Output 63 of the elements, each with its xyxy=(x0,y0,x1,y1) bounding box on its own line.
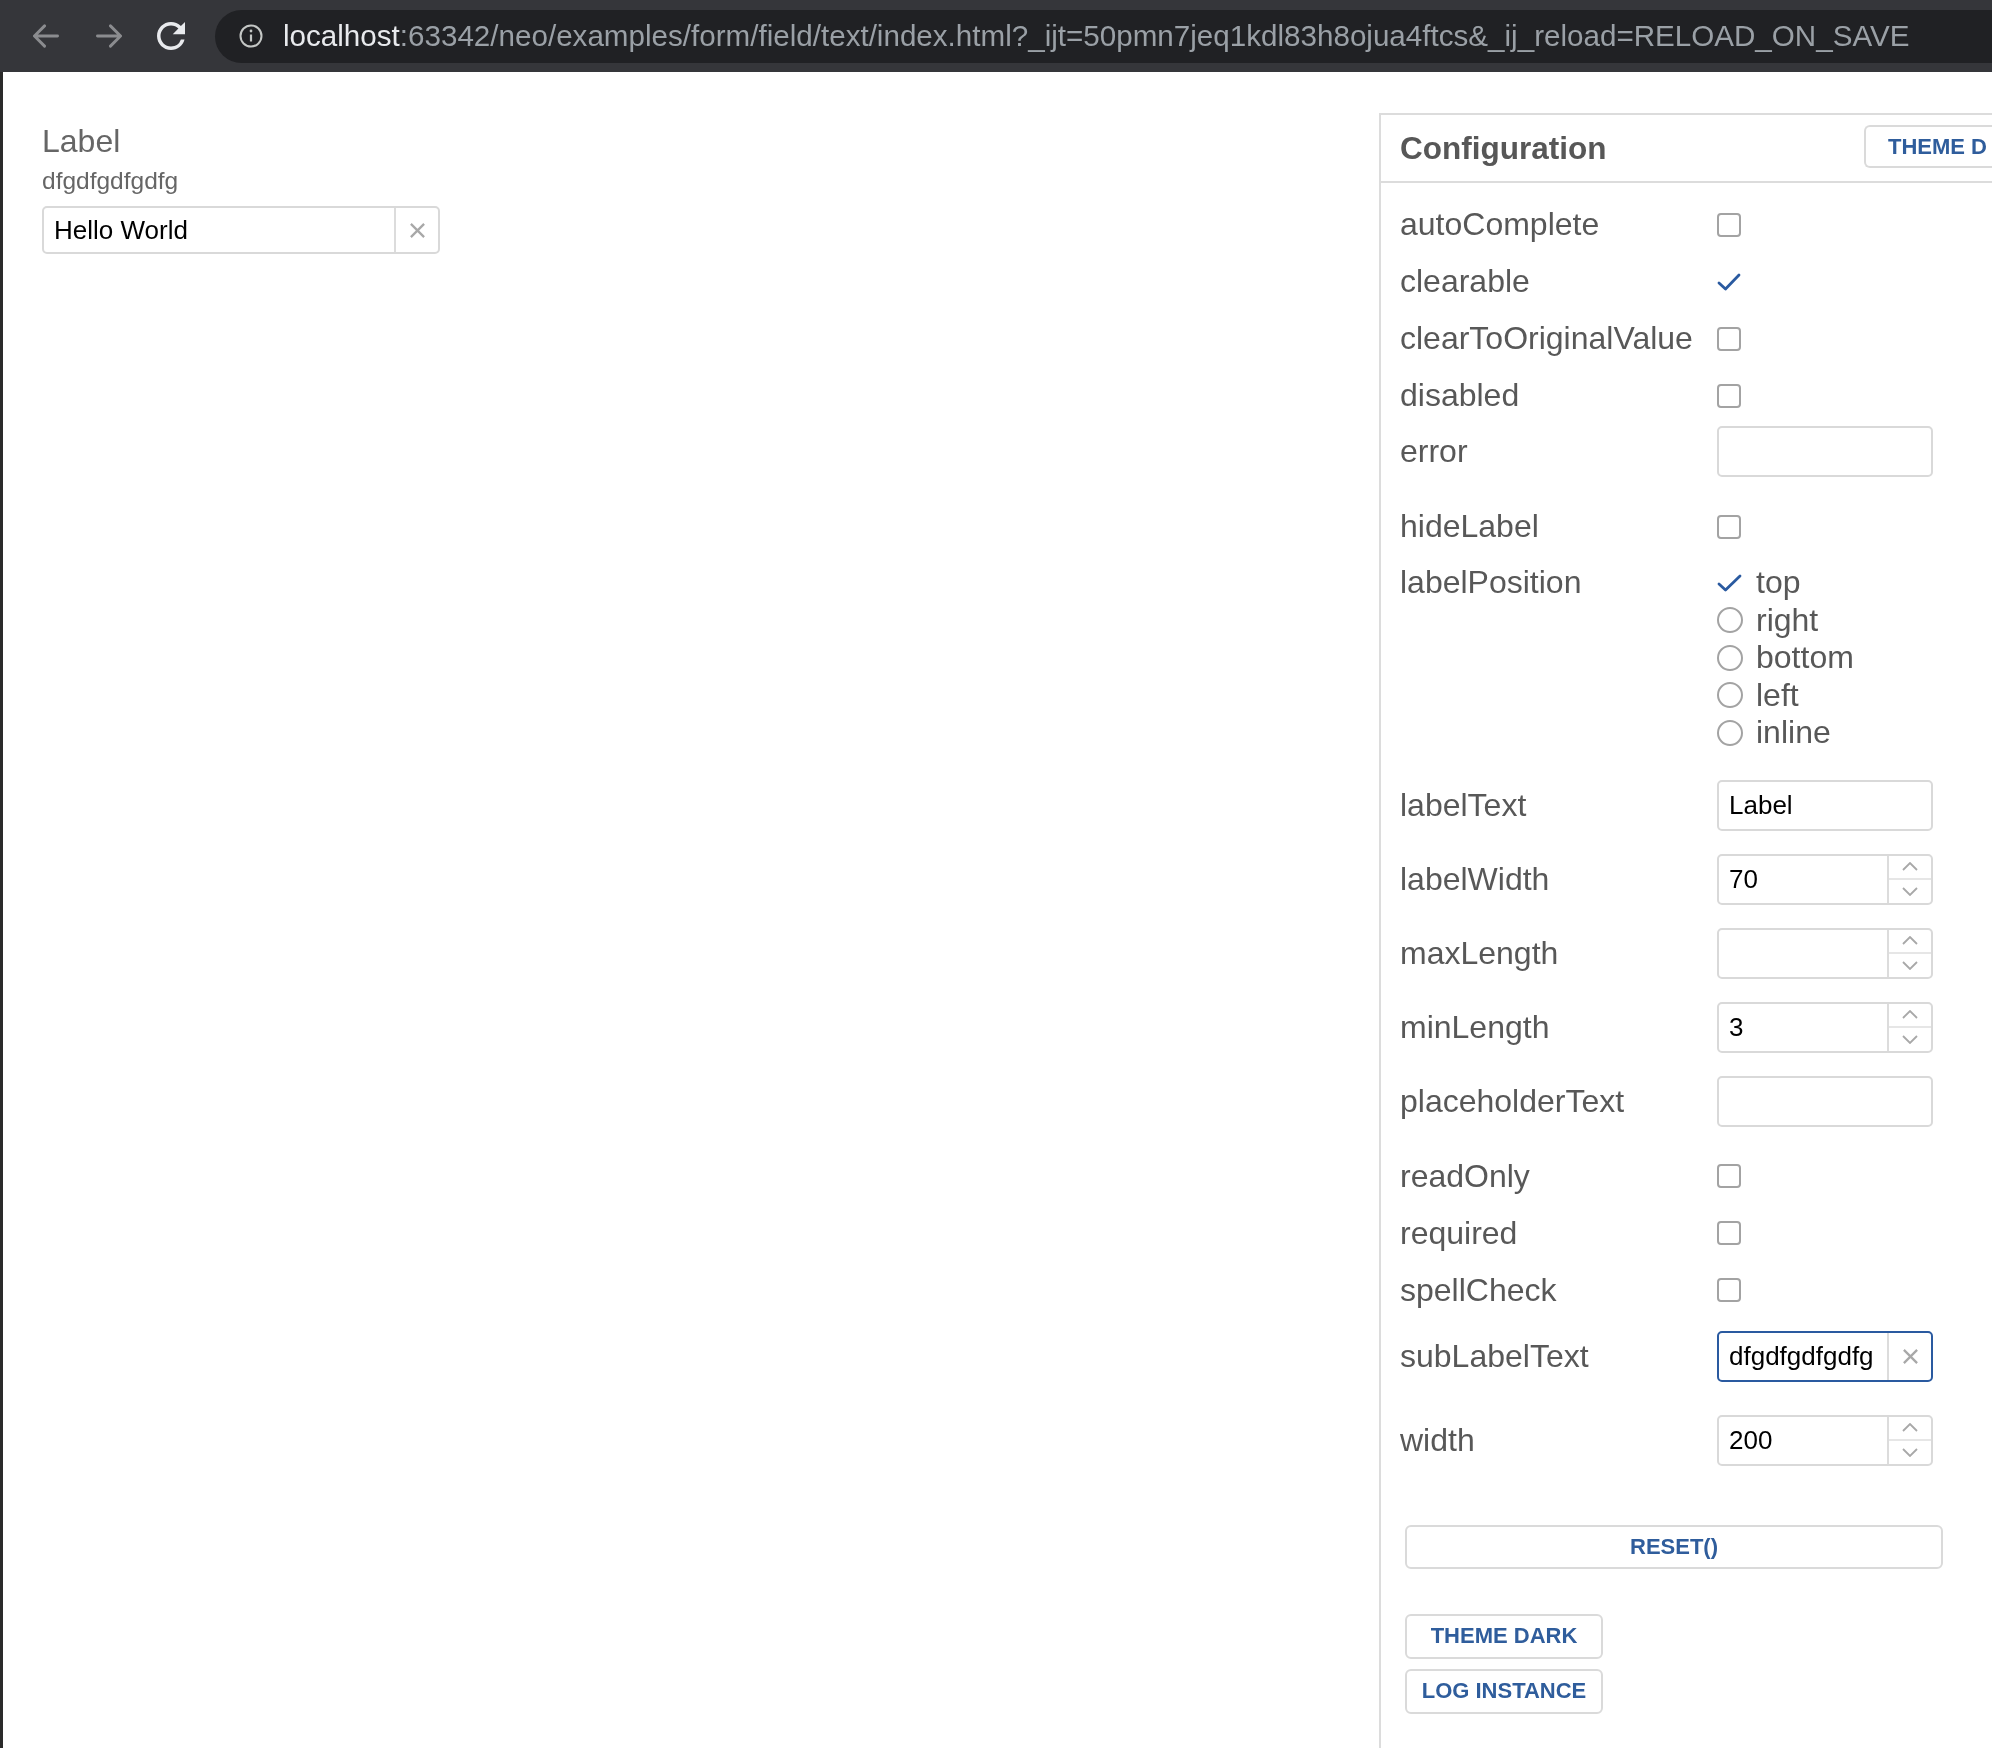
property-label: clearToOriginalValue xyxy=(1400,320,1693,357)
number-field[interactable]: 200 xyxy=(1717,1414,1933,1466)
checkbox[interactable] xyxy=(1717,1164,1741,1188)
text-field[interactable]: Hello World xyxy=(42,206,440,254)
checkbox[interactable] xyxy=(1717,1221,1741,1245)
checkbox[interactable] xyxy=(1717,326,1741,351)
property-label: labelPosition xyxy=(1400,564,1582,602)
radio-button[interactable] xyxy=(1717,607,1743,634)
property-label: minLength xyxy=(1400,1007,1550,1047)
chevron-up-icon xyxy=(1902,1423,1918,1433)
radio-label: inline xyxy=(1756,714,1831,752)
number-field[interactable]: 70 xyxy=(1717,853,1933,905)
address-bar[interactable]: localhost:63342/neo/examples/form/field/text/index.html?_ijt=50pmn7jeq1kdl83h8ojua4ftcs&_ij_reload=RELOAD_ON_SAVE xyxy=(215,9,1992,63)
checkbox[interactable] xyxy=(1717,514,1741,539)
action-button[interactable]: LOG INSTANCE xyxy=(1405,1668,1603,1714)
property-label: required xyxy=(1400,1214,1518,1252)
property-label: labelWidth xyxy=(1400,859,1550,899)
property-label: error xyxy=(1400,432,1468,471)
chevron-up-icon xyxy=(1902,862,1918,872)
info-icon[interactable] xyxy=(239,24,263,48)
radio-button[interactable] xyxy=(1717,644,1743,671)
text-field[interactable] xyxy=(1717,426,1933,477)
property-label: spellCheck xyxy=(1400,1271,1557,1309)
radio-label: bottom xyxy=(1756,639,1854,677)
property-label: maxLength xyxy=(1400,933,1559,973)
property-label: placeholderText xyxy=(1400,1081,1625,1121)
radio-button[interactable] xyxy=(1717,682,1743,709)
property-label: hideLabel xyxy=(1400,508,1539,545)
text-field[interactable] xyxy=(1717,1075,1933,1127)
radio-button[interactable] xyxy=(1717,719,1743,746)
property-label: disabled xyxy=(1400,377,1520,414)
number-field[interactable] xyxy=(1717,927,1933,979)
action-button[interactable]: THEME DARK xyxy=(1405,1613,1603,1659)
text-field[interactable]: dfgdfgdfgdfg xyxy=(1717,1330,1933,1382)
field-sublabel: dfgdfgdfgdfg xyxy=(42,166,179,196)
theme-button[interactable]: THEME D xyxy=(1864,125,1992,168)
checkbox[interactable] xyxy=(1717,383,1741,408)
property-label: width xyxy=(1400,1420,1475,1460)
field-label: Label xyxy=(42,122,121,160)
number-field[interactable]: 3 xyxy=(1717,1001,1933,1053)
property-label: autoComplete xyxy=(1400,206,1600,243)
radio-label: top xyxy=(1756,564,1801,602)
checkbox[interactable] xyxy=(1717,1278,1741,1302)
chevron-up-icon xyxy=(1902,936,1918,946)
clear-icon xyxy=(1901,1347,1919,1365)
text-field[interactable]: Label xyxy=(1717,779,1933,831)
chevron-down-icon xyxy=(1902,960,1918,970)
radio-label: right xyxy=(1756,601,1819,639)
property-label: subLabelText xyxy=(1400,1336,1589,1376)
reload-icon[interactable] xyxy=(157,22,185,50)
chevron-down-icon xyxy=(1902,1447,1918,1457)
radio-label: left xyxy=(1756,676,1799,714)
checkbox[interactable] xyxy=(1717,212,1741,237)
chevron-down-icon xyxy=(1902,886,1918,896)
property-label: labelText xyxy=(1400,785,1527,825)
chevron-down-icon xyxy=(1902,1034,1918,1044)
reset-button[interactable]: RESET() xyxy=(1405,1524,1943,1569)
chevron-up-icon xyxy=(1902,1010,1918,1020)
property-label: readOnly xyxy=(1400,1157,1530,1195)
url-text: localhost:63342/neo/examples/form/field/text/index.html?_ijt=50pmn7jeq1kdl83h8ojua4ftcs&_ij_reload=RELOAD_ON_SAVE xyxy=(283,19,1910,53)
panel-title: Configuration xyxy=(1400,129,1607,168)
clear-icon xyxy=(408,221,426,239)
property-label: clearable xyxy=(1400,263,1530,300)
